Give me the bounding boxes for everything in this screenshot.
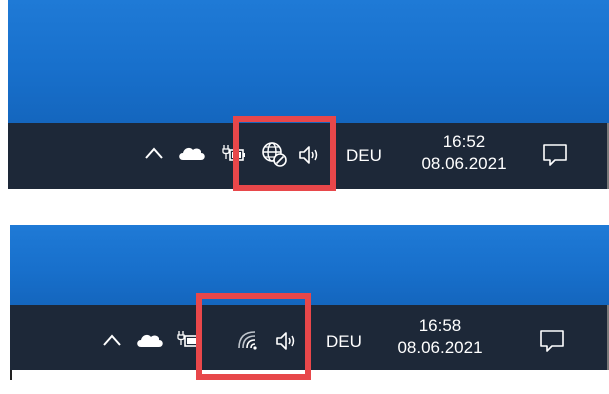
onedrive-cloud-icon[interactable] [135,331,165,349]
wifi-connected-icon[interactable] [236,329,260,351]
onedrive-cloud-icon[interactable] [177,144,207,162]
desktop-background [8,0,609,123]
action-center-icon[interactable] [539,329,565,353]
clock[interactable]: 16:52 08.06.2021 [409,131,519,175]
clock-time: 16:58 [418,316,462,335]
show-hidden-icons-chevron-icon[interactable] [144,146,164,160]
volume-icon[interactable] [298,145,322,165]
clock-date: 08.06.2021 [397,338,483,357]
clock[interactable]: 16:58 08.06.2021 [385,315,495,359]
action-center-icon[interactable] [542,143,568,167]
language-indicator[interactable]: DEU [326,332,362,352]
language-indicator[interactable]: DEU [346,146,382,166]
show-hidden-icons-chevron-icon[interactable] [102,333,122,347]
power-plugged-battery-icon[interactable] [222,143,246,165]
clock-time: 16:52 [442,132,486,151]
volume-icon[interactable] [275,331,299,351]
taskbar-panel-after: DEU 16:58 08.06.2021 [10,225,609,380]
window-below [8,189,609,192]
taskbar-panel-before: DEU 16:52 08.06.2021 [8,0,609,192]
window-below [10,370,609,380]
desktop-background [10,225,609,305]
clock-date: 08.06.2021 [421,154,507,173]
taskbar [10,305,609,370]
network-no-internet-globe-icon[interactable] [261,141,287,167]
comparison-screenshot: DEU 16:52 08.06.2021 DEU 16:58 08.06.202… [0,0,609,394]
power-plugged-battery-icon[interactable] [177,329,201,351]
